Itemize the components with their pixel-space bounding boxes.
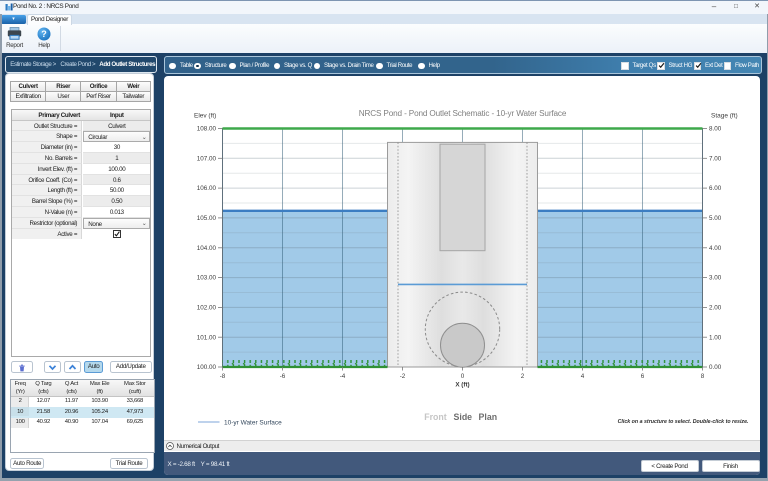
svg-text:4: 4 [580,372,584,379]
svg-text:3.00: 3.00 [708,274,721,281]
svg-text:101.00: 101.00 [196,334,216,341]
svg-text:7.00: 7.00 [708,155,721,162]
svg-text:0.00: 0.00 [708,364,721,371]
svg-text:Front: Front [424,411,447,421]
svg-text:6.00: 6.00 [708,185,721,192]
svg-text:107.00: 107.00 [196,155,216,162]
svg-text:NRCS Pond - Pond Outlet Schema: NRCS Pond - Pond Outlet Schematic - 10-y… [358,108,566,117]
svg-text:102.00: 102.00 [196,304,216,311]
svg-text:Click on a structure to select: Click on a structure to select. Double-c… [617,418,748,424]
svg-text:5.00: 5.00 [708,214,721,221]
svg-text:103.00: 103.00 [196,274,216,281]
svg-text:?: ? [41,29,47,39]
svg-text:Plan: Plan [478,411,497,421]
svg-text:6: 6 [640,372,644,379]
svg-text:-4: -4 [339,372,345,379]
svg-text:100.00: 100.00 [196,364,216,371]
svg-text:104.00: 104.00 [196,244,216,251]
svg-text:Side: Side [453,411,472,421]
svg-text:10-yr Water Surface: 10-yr Water Surface [224,419,282,426]
svg-text:2: 2 [520,372,524,379]
svg-text:-6: -6 [279,372,285,379]
svg-text:-8: -8 [219,372,225,379]
svg-text:0: 0 [460,372,464,379]
svg-text:X (ft): X (ft) [455,381,469,388]
svg-text:-2: -2 [399,372,405,379]
svg-text:108.00: 108.00 [196,125,216,132]
svg-text:4.00: 4.00 [708,244,721,251]
svg-text:Elev (ft): Elev (ft) [194,112,216,119]
svg-text:106.00: 106.00 [196,185,216,192]
svg-text:8.00: 8.00 [708,125,721,132]
svg-text:105.00: 105.00 [196,214,216,221]
svg-text:Stage (ft): Stage (ft) [710,112,737,119]
svg-text:2.00: 2.00 [708,304,721,311]
svg-text:8: 8 [700,372,704,379]
svg-text:1.00: 1.00 [708,334,721,341]
